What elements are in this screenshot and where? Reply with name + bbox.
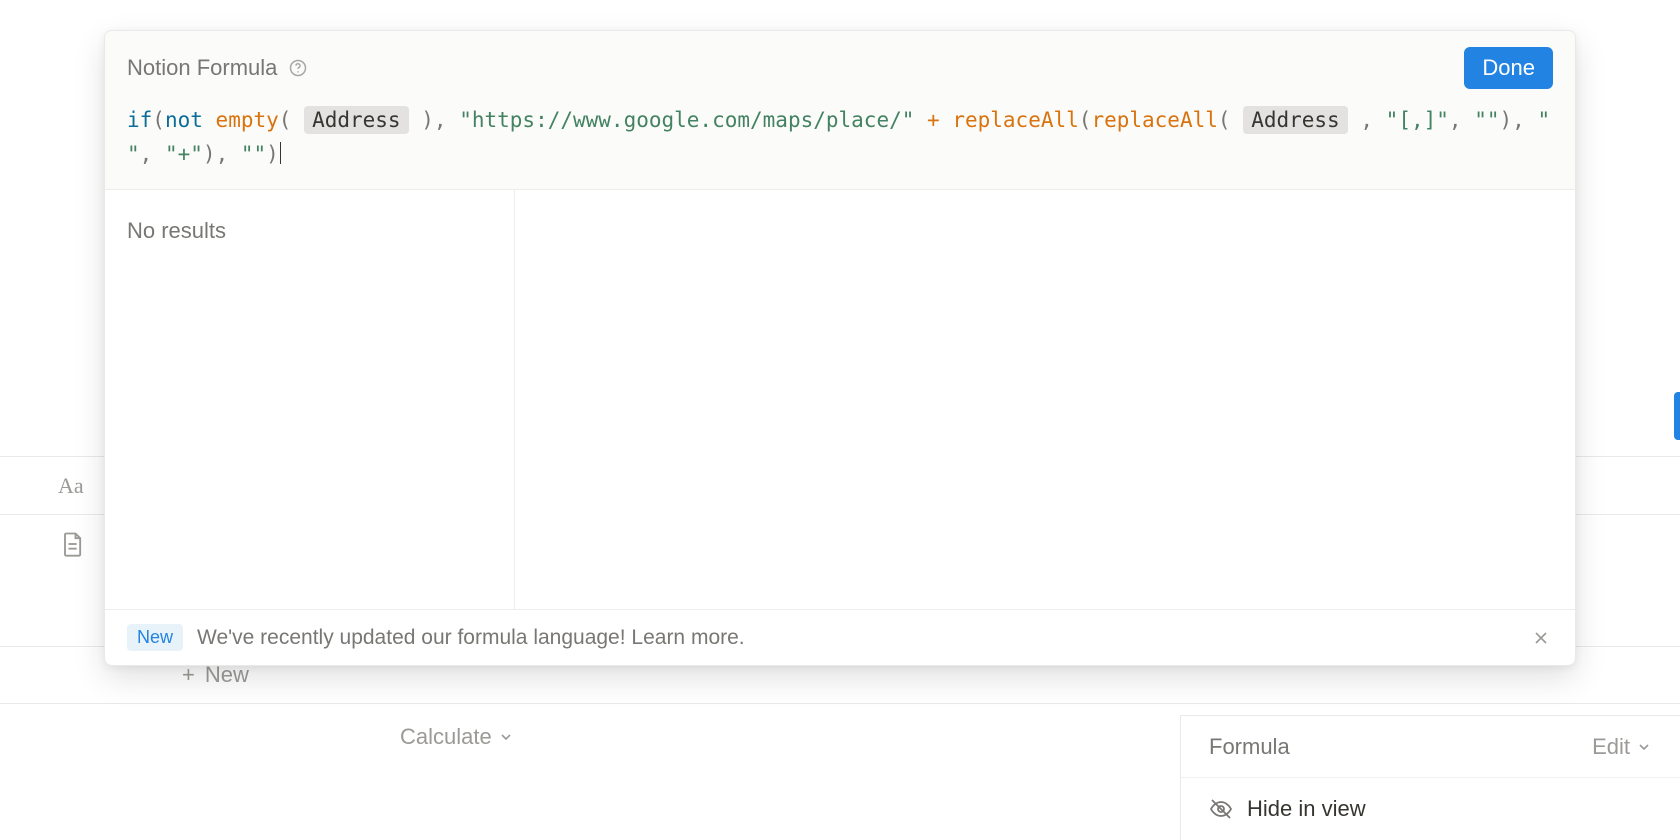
formula-token-comma: , xyxy=(216,142,229,166)
formula-token-comma: , xyxy=(1449,108,1462,132)
formula-token-paren: ) xyxy=(203,142,216,166)
formula-editor-footer: New We've recently updated our formula l… xyxy=(105,609,1575,665)
new-badge: New xyxy=(127,624,183,651)
formula-property-chip[interactable]: Address xyxy=(1243,106,1348,134)
formula-token-string: "https://www.google.com/maps/place/" xyxy=(459,108,914,132)
formula-token-keyword: if xyxy=(127,108,152,132)
chevron-down-icon xyxy=(1636,739,1652,755)
formula-token-function: replaceAll xyxy=(952,108,1078,132)
chevron-down-icon xyxy=(498,729,514,745)
calculate-button[interactable]: Calculate xyxy=(400,724,514,750)
formula-token-string: "[,]" xyxy=(1386,108,1449,132)
scrollbar-indicator[interactable] xyxy=(1674,392,1680,440)
formula-suggestions-panel: No results xyxy=(105,190,515,609)
formula-editor-modal: Notion Formula Done if(not empty( Addres… xyxy=(104,30,1576,666)
formula-token-comma: , xyxy=(140,142,153,166)
side-panel-title: Formula xyxy=(1209,734,1290,760)
formula-token-string: "" xyxy=(1474,108,1499,132)
text-caret xyxy=(280,142,281,164)
formula-editor-header: Notion Formula Done if(not empty( Addres… xyxy=(105,31,1575,190)
edit-property-button[interactable]: Edit xyxy=(1592,734,1652,760)
formula-input[interactable]: if(not empty( Address ), "https://www.go… xyxy=(127,103,1553,171)
formula-token-paren: ( xyxy=(279,108,292,132)
hide-in-view-button[interactable]: Hide in view xyxy=(1181,778,1680,840)
formula-property-chip[interactable]: Address xyxy=(304,106,409,134)
help-icon[interactable] xyxy=(287,57,309,79)
property-side-panel: Formula Edit Hide in view xyxy=(1180,715,1680,840)
no-results-text: No results xyxy=(127,218,492,244)
footer-message[interactable]: We've recently updated our formula langu… xyxy=(197,626,1515,650)
formula-token-string: "" xyxy=(241,142,266,166)
formula-token-string: "+" xyxy=(165,142,203,166)
name-column-label: Aa xyxy=(58,473,84,499)
formula-token-paren: ) xyxy=(1500,108,1513,132)
formula-token-paren: ( xyxy=(1218,108,1231,132)
formula-docs-panel xyxy=(515,190,1575,609)
formula-token-comma: , xyxy=(1360,108,1373,132)
page-icon xyxy=(58,530,86,558)
edit-label: Edit xyxy=(1592,734,1630,760)
eye-off-icon xyxy=(1209,797,1233,821)
formula-token-operator: + xyxy=(927,108,940,132)
formula-token-comma: , xyxy=(1512,108,1525,132)
hide-in-view-label: Hide in view xyxy=(1247,796,1366,822)
formula-token-paren: ) xyxy=(421,108,434,132)
formula-token-paren: ) xyxy=(266,142,279,166)
formula-editor-title-row: Notion Formula xyxy=(127,55,309,81)
formula-token-paren: ( xyxy=(1079,108,1092,132)
close-icon[interactable] xyxy=(1529,626,1553,650)
formula-token-function: empty xyxy=(216,108,279,132)
done-button[interactable]: Done xyxy=(1464,47,1553,89)
formula-token-keyword: not xyxy=(165,108,203,132)
formula-token-function: replaceAll xyxy=(1091,108,1217,132)
formula-editor-title: Notion Formula xyxy=(127,55,277,81)
formula-editor-body: No results xyxy=(105,190,1575,609)
calculate-label: Calculate xyxy=(400,724,492,750)
formula-token-paren: ( xyxy=(152,108,165,132)
formula-token-comma: , xyxy=(434,108,447,132)
side-panel-header: Formula Edit xyxy=(1181,716,1680,778)
